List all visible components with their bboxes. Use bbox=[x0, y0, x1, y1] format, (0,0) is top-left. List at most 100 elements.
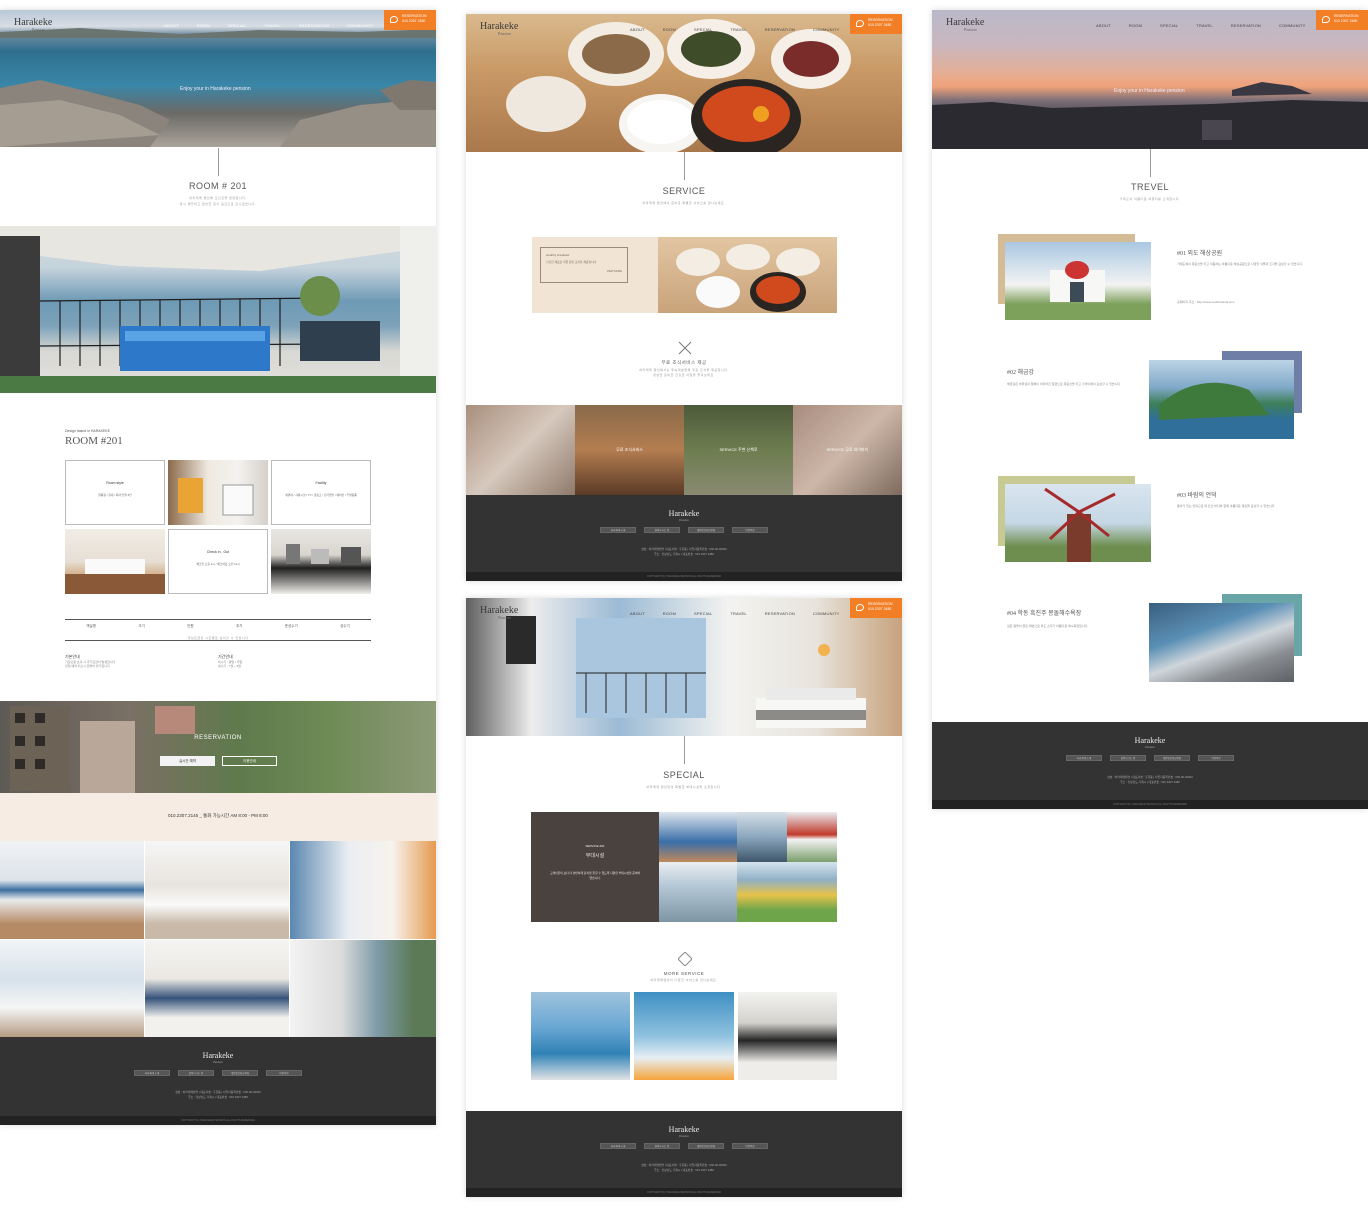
intro-line-2: 항시 깨끗하고 편안한 휴식 공간으로 모시겠습니다. bbox=[179, 202, 257, 206]
footer-privacy-button[interactable]: 개인정보취급방침 bbox=[222, 1070, 258, 1076]
footer-directions-button[interactable]: 찾아오시는 길 bbox=[1110, 755, 1146, 761]
footer-privacy-button[interactable]: 개인정보취급방침 bbox=[1154, 755, 1190, 761]
terrace-pool-image bbox=[0, 226, 436, 393]
travel-item-1-text: 거제도에서 유람선을 타고 이동하는 아름다운 해상공원으로 다양한 식물과 조… bbox=[1177, 262, 1303, 266]
reservation-button[interactable]: RESERVATION 010 2307 2480 bbox=[384, 10, 436, 30]
reservation-phone: 010 2307 2480 bbox=[1334, 19, 1358, 23]
reservation-phone: 010 2307 2480 bbox=[402, 19, 426, 23]
nav-special[interactable]: SPECIAL bbox=[694, 27, 712, 32]
footer-about-button[interactable]: 하라케케 소개 bbox=[600, 527, 636, 533]
footer-logo: Harakeke Pension bbox=[466, 509, 902, 522]
notes-left: 기본안내 기준인원 초과 시 추가요금이 발생합니다 당일 예약 취소시 환불이… bbox=[65, 654, 115, 669]
nav-about[interactable]: ABOUT bbox=[1096, 23, 1111, 28]
usage-guide-button[interactable]: 이용안내 bbox=[222, 756, 277, 766]
more-service-photo[interactable] bbox=[531, 992, 631, 1080]
footer-info-1: 상호 : 하라케케펜션 | 대표자명 : 홍길동 | 사업자등록번호 : 000… bbox=[641, 547, 727, 551]
facility-card: SERVICE #04 부대시설 고객님들이 보다 더 편안하게 휴식을 즐길 … bbox=[531, 812, 659, 922]
nav-travel[interactable]: TRAVEL bbox=[264, 23, 280, 28]
footer-info-2: 주소 : 경상남도 거제시 | 대표번호 : 010 2307 2480 bbox=[188, 1095, 248, 1099]
nav-room[interactable]: ROOM bbox=[1129, 23, 1142, 28]
footer-copyright: COPYRIGHT(C) HARAKEKE PENSION ALL RIGHTS… bbox=[466, 572, 902, 581]
reservation-button[interactable]: RESERVATION 010 2307 2480 bbox=[1316, 10, 1368, 30]
nav-about[interactable]: ABOUT bbox=[164, 23, 179, 28]
travel-item-2-text: 해금강은 바위섬과 절벽이 어우러진 절경으로 유람선을 타고 가까이에서 감상… bbox=[1007, 382, 1122, 386]
travel-item-1-link[interactable]: 홈페이지 주소 : http://www.oedobotania.com bbox=[1177, 300, 1303, 305]
footer-terms-button[interactable]: 이용약관 bbox=[732, 1143, 768, 1149]
nav-special[interactable]: SPECIAL bbox=[694, 611, 712, 616]
nav-special[interactable]: SPECIAL bbox=[228, 23, 246, 28]
footer-privacy-button[interactable]: 개인정보취급방침 bbox=[688, 527, 724, 533]
page-subtitle: 거제도의 아름다운 여행지를 소개합니다. bbox=[1119, 197, 1181, 201]
service-strip-item[interactable]: SERVICE 주변 산책로 bbox=[684, 405, 793, 495]
hero-caption: Enjoy your in Harakeke pension bbox=[1114, 88, 1185, 94]
nav-community[interactable]: COMMUNITY bbox=[1279, 23, 1305, 28]
footer-terms-button[interactable]: 이용약관 bbox=[1198, 755, 1234, 761]
nav-community[interactable]: COMMUNITY bbox=[813, 27, 839, 32]
footer-terms-button[interactable]: 이용약관 bbox=[266, 1070, 302, 1076]
footer-privacy-button[interactable]: 개인정보취급방침 bbox=[688, 1143, 724, 1149]
check-in-title: Check in . Out bbox=[206, 550, 230, 554]
nav-travel[interactable]: TRAVEL bbox=[730, 611, 746, 616]
facility-box: Facility 세면대 / 샤워시설 / TV / 냉장고 / 전기밥솥 / 에… bbox=[271, 460, 371, 525]
site-logo[interactable]: Harakeke Pension bbox=[480, 21, 518, 36]
site-footer: Harakeke Pension 하라케케 소개 찾아오시는 길 개인정보취급방침… bbox=[466, 1111, 902, 1197]
rooms-gallery bbox=[0, 841, 436, 1037]
service-strip-item[interactable] bbox=[466, 405, 575, 495]
phone-icon bbox=[856, 604, 864, 611]
reservation-button[interactable]: RESERVATION 010 2307 2480 bbox=[850, 598, 902, 618]
check-in-text: 체크인 오후 3시 / 체크아웃 오전 11시 bbox=[196, 562, 240, 566]
nav-reservation[interactable]: RESERVATION bbox=[299, 23, 329, 28]
nav-special[interactable]: SPECIAL bbox=[1160, 23, 1178, 28]
facility-card-title: 부대시설 bbox=[585, 853, 605, 859]
travel-item-3-photo bbox=[1005, 484, 1151, 562]
service-strip-item[interactable]: SERVICE 무료 와이파이 bbox=[793, 405, 902, 495]
footer-logo: Harakeke Pension bbox=[466, 1125, 902, 1138]
travel-page-panel: Harakeke Pension ABOUT ROOM SPECIAL TRAVE… bbox=[932, 10, 1368, 809]
reservation-button[interactable]: RESERVATION 010 2307 2480 bbox=[850, 14, 902, 34]
travel-item-3-title: #03 바람의 언덕 bbox=[1177, 493, 1217, 499]
footer-about-button[interactable]: 하라케케 소개 bbox=[1066, 755, 1102, 761]
nav-reservation[interactable]: RESERVATION bbox=[765, 27, 795, 32]
site-logo[interactable]: Harakeke Pension bbox=[14, 17, 52, 32]
facility-card-text: 고객님들이 보다 더 편안하게 휴식을 즐길 수 있도록 다양한 부대시설을 준… bbox=[549, 871, 641, 880]
nav-community[interactable]: COMMUNITY bbox=[347, 23, 373, 28]
more-service-photo[interactable] bbox=[634, 992, 734, 1080]
site-logo[interactable]: Harakeke Pension bbox=[946, 17, 984, 32]
footer-about-button[interactable]: 하라케케 소개 bbox=[600, 1143, 636, 1149]
nav-about[interactable]: ABOUT bbox=[630, 27, 645, 32]
nav-room[interactable]: ROOM bbox=[663, 27, 676, 32]
nav-room[interactable]: ROOM bbox=[663, 611, 676, 616]
nav-room[interactable]: ROOM bbox=[197, 23, 210, 28]
footer-copyright: COPYRIGHT(C) HARAKEKE PENSION ALL RIGHTS… bbox=[466, 1188, 902, 1197]
footer-directions-button[interactable]: 찾아오시는 길 bbox=[178, 1070, 214, 1076]
nav-about[interactable]: ABOUT bbox=[630, 611, 645, 616]
nav-reservation[interactable]: RESERVATION bbox=[1231, 23, 1261, 28]
facility-text: 세면대 / 샤워시설 / TV / 냉장고 / 전기밥솥 / 에어컨 / 주방용… bbox=[285, 493, 357, 497]
more-service-photo[interactable] bbox=[737, 992, 837, 1080]
service-strip-item[interactable]: 무료 조식서비스 bbox=[575, 405, 684, 495]
realtime-reservation-button[interactable]: 실시간 예약 bbox=[160, 756, 215, 766]
site-logo[interactable]: Harakeke Pension bbox=[480, 605, 518, 620]
reservation-phone: 010 2307 2480 bbox=[868, 607, 892, 611]
footer-logo-sub: Pension bbox=[1145, 745, 1155, 749]
main-nav: ABOUT ROOM SPECIAL TRAVEL RESERVATION CO… bbox=[164, 23, 373, 28]
facility-photo bbox=[659, 812, 737, 862]
nav-travel[interactable]: TRAVEL bbox=[1196, 23, 1212, 28]
footer-about-button[interactable]: 하라케케 소개 bbox=[134, 1070, 170, 1076]
nav-community[interactable]: COMMUNITY bbox=[813, 611, 839, 616]
breakfast-card-label: Healthy breakfast bbox=[546, 253, 570, 257]
footer-terms-button[interactable]: 이용약관 bbox=[732, 527, 768, 533]
nav-reservation[interactable]: RESERVATION bbox=[765, 611, 795, 616]
more-service-subtitle: 하라케케펜션의 다양한 서비스를 만나보세요. bbox=[650, 978, 718, 982]
nav-travel[interactable]: TRAVEL bbox=[730, 27, 746, 32]
footer-info-2: 주소 : 경상남도 거제시 | 대표번호 : 010 2307 2480 bbox=[1120, 780, 1180, 784]
gallery-photo bbox=[0, 841, 145, 939]
gallery-photo bbox=[290, 939, 436, 1037]
footer-directions-button[interactable]: 찾아오시는 길 bbox=[644, 1143, 680, 1149]
footer-directions-button[interactable]: 찾아오시는 길 bbox=[644, 527, 680, 533]
site-header: Harakeke Pension ABOUT ROOM SPECIAL TRAVE… bbox=[466, 598, 902, 630]
notes-left-line: 당일 예약 취소시 환불이 불가합니다 bbox=[65, 664, 110, 668]
breakfast-card-more[interactable]: VIEW MORE bbox=[546, 270, 622, 273]
site-footer: Harakeke Pension 하라케케 소개 찾아오시는 길 개인정보취급방침… bbox=[0, 1037, 436, 1125]
facility-photo bbox=[737, 862, 837, 922]
